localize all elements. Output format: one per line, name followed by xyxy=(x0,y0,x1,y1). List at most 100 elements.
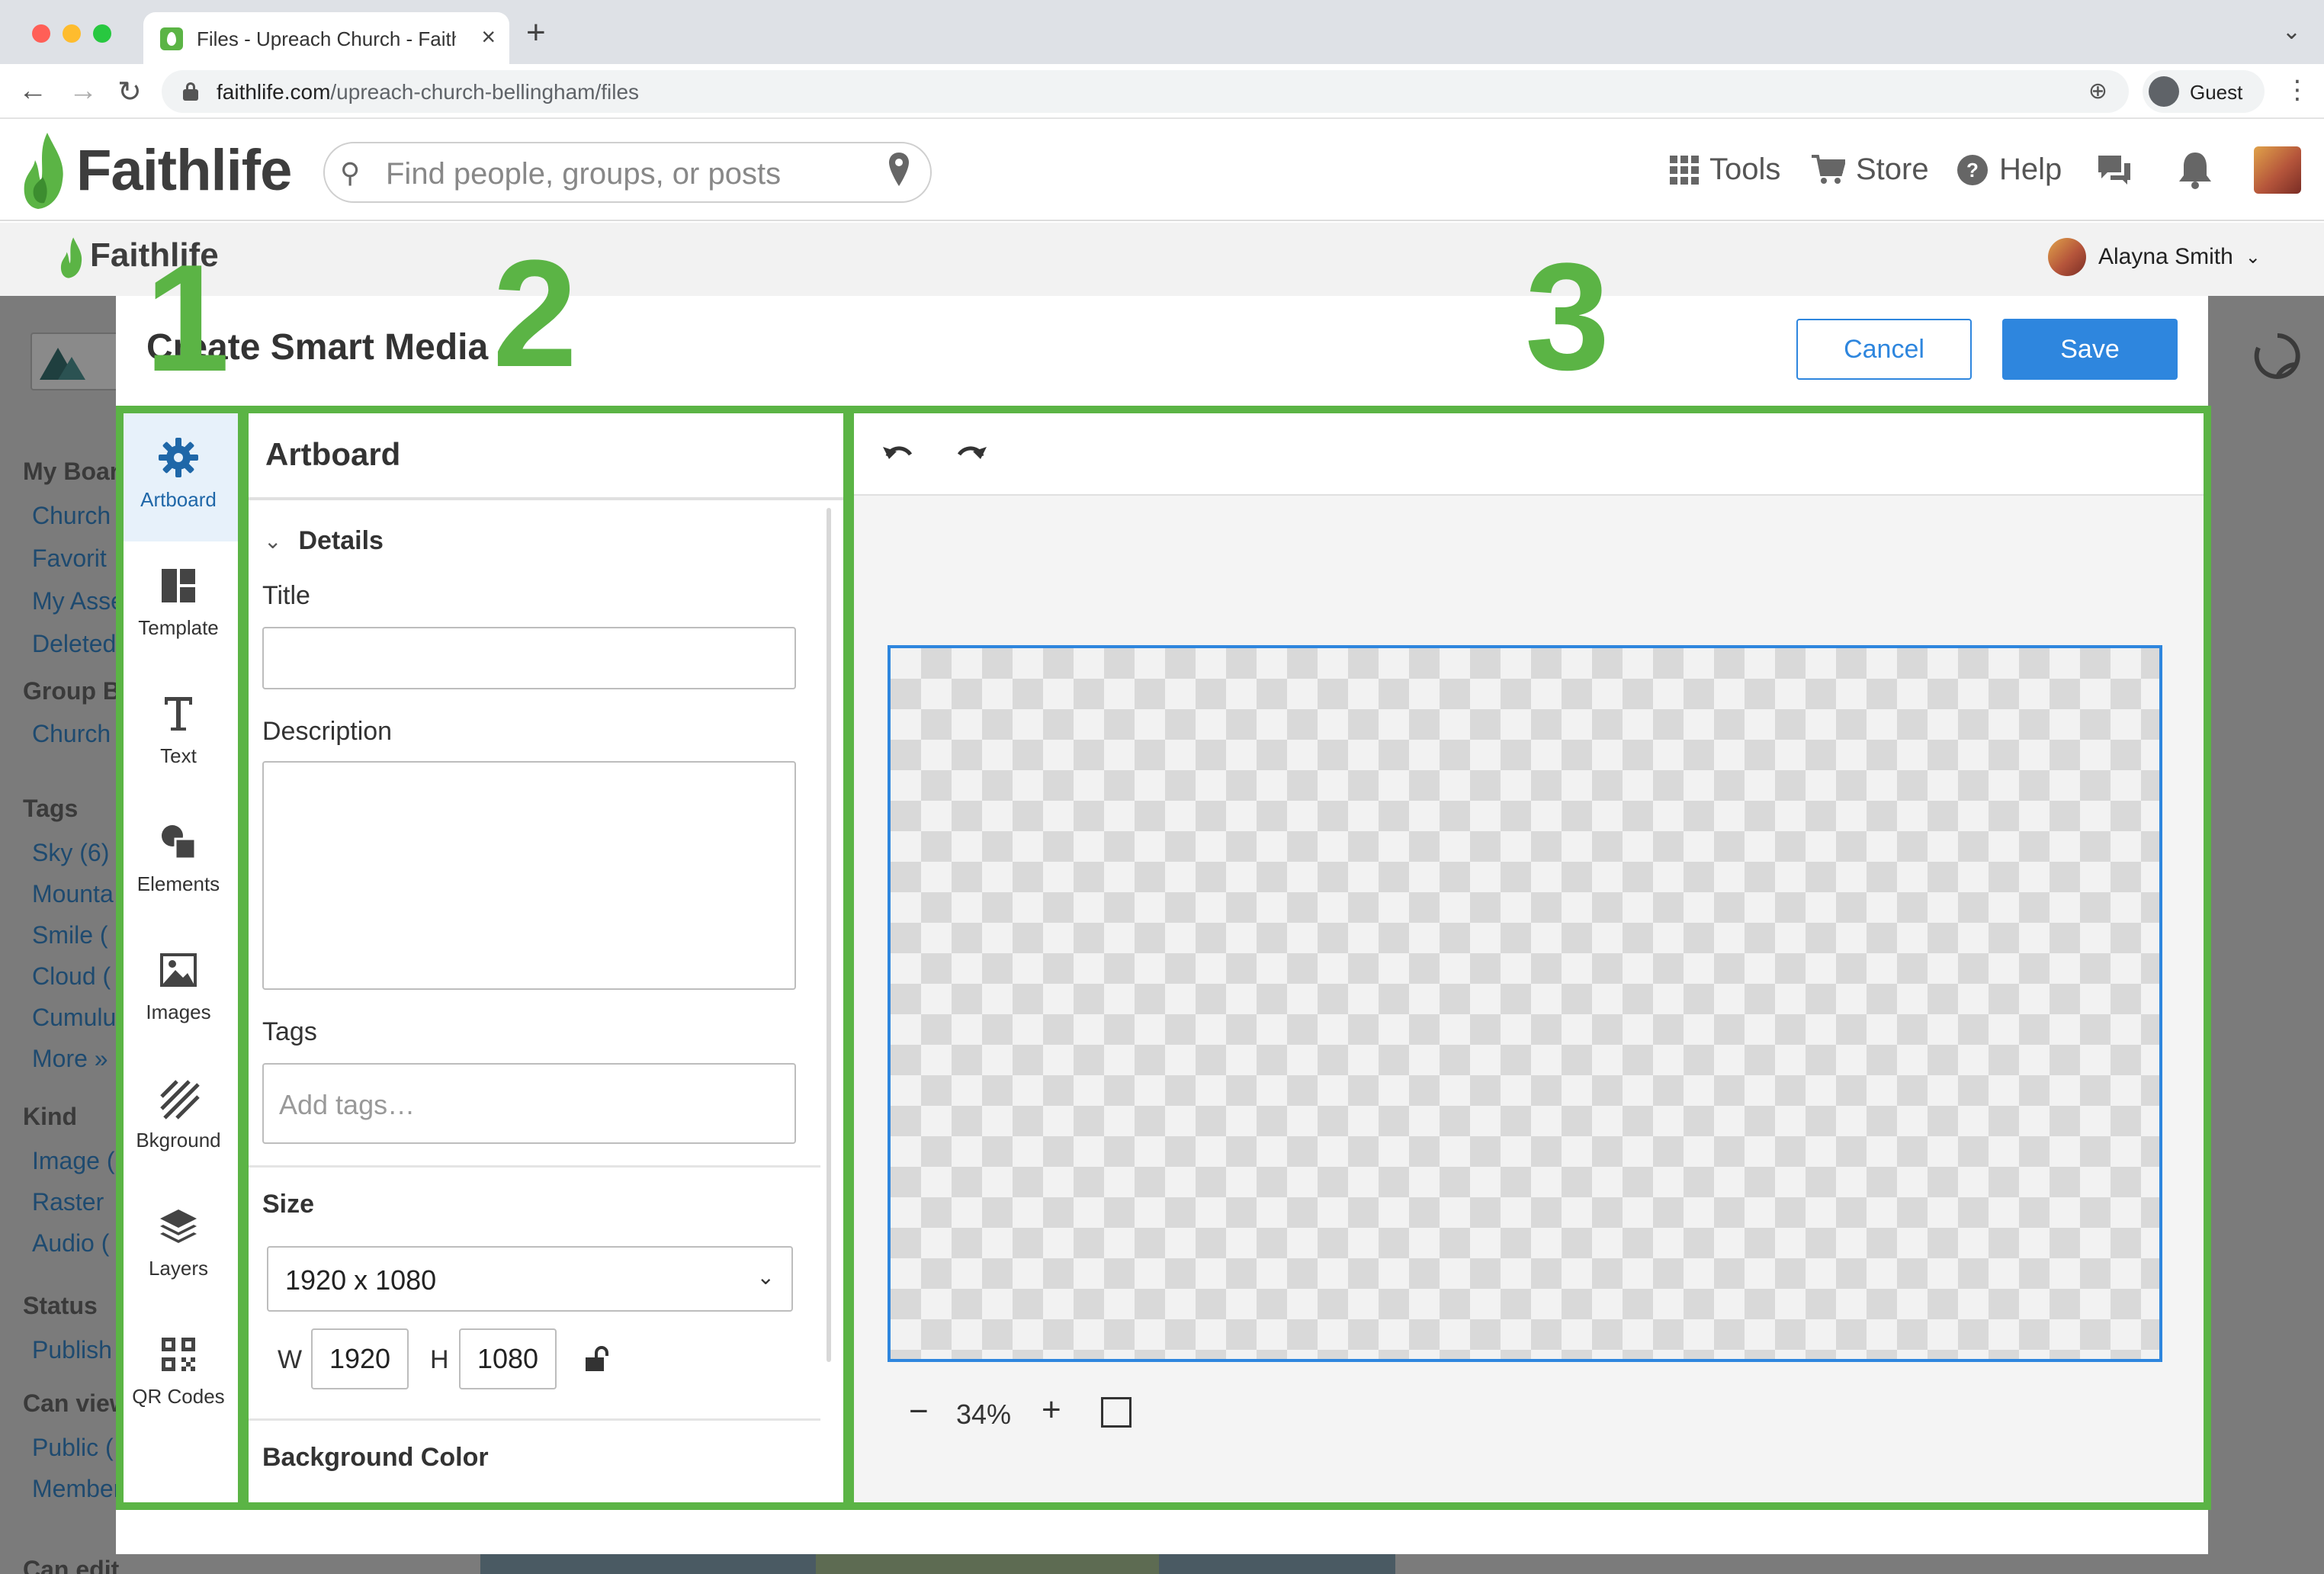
background-sidebar-link: Sky (6) xyxy=(32,839,110,866)
background-sidebar-heading: Tags xyxy=(23,795,79,822)
rail-item-layers[interactable]: Layers xyxy=(124,1182,238,1310)
background-sidebar-heading: Can edit xyxy=(23,1556,120,1574)
background-sidebar-link: Audio ( xyxy=(32,1229,110,1257)
browser-toolbar: ← → ↻ faithlife.com/upreach-church-belli… xyxy=(0,64,2324,119)
background-sidebar-heading: Can view xyxy=(23,1389,129,1417)
close-tab-icon[interactable]: × xyxy=(481,23,496,51)
rail-item-template[interactable]: Template xyxy=(124,541,238,670)
annotation-number-1: 1 xyxy=(145,233,230,403)
address-bar[interactable]: faithlife.com/upreach-church-bellingham/… xyxy=(162,70,2129,113)
user-avatar[interactable] xyxy=(2254,146,2301,194)
new-tab-button[interactable]: + xyxy=(526,14,546,52)
location-pin-icon[interactable] xyxy=(888,151,910,189)
image-icon xyxy=(160,953,197,987)
site-search-box[interactable]: ⚲ Find people, groups, or posts xyxy=(323,142,932,203)
store-menu[interactable]: Store xyxy=(1812,153,1929,187)
store-label: Store xyxy=(1856,153,1929,186)
user-menu[interactable]: Alayna Smith ⌄ xyxy=(2048,238,2261,276)
url-text: faithlife.com/upreach-church-bellingham/… xyxy=(217,80,640,104)
unlocked-icon[interactable] xyxy=(584,1345,610,1373)
zoom-in-button[interactable]: + xyxy=(1042,1391,1061,1429)
rail-item-text[interactable]: Text xyxy=(124,670,238,798)
profile-button[interactable]: Guest xyxy=(2143,70,2265,113)
height-label: H xyxy=(430,1345,449,1374)
background-sidebar-link: Image ( xyxy=(32,1147,115,1174)
background-sidebar-heading: My Boar xyxy=(23,458,120,485)
minimize-window-button[interactable] xyxy=(63,24,81,43)
search-icon: ⚲ xyxy=(340,157,361,188)
canvas-toolbar xyxy=(854,413,2204,496)
title-label: Title xyxy=(262,581,310,610)
tags-input[interactable]: Add tags… xyxy=(262,1063,796,1144)
rail-item-label: Bkground xyxy=(136,1129,221,1152)
rail-item-label: Layers xyxy=(148,1257,209,1280)
width-input[interactable]: 1920 xyxy=(311,1328,409,1389)
background-sidebar-link: Favorit xyxy=(32,544,107,572)
profile-avatar-icon xyxy=(2149,76,2179,107)
messages-icon[interactable] xyxy=(2095,153,2133,188)
background-sidebar-link: More » xyxy=(32,1045,108,1072)
elements-icon xyxy=(162,825,197,860)
description-textarea[interactable] xyxy=(262,761,796,990)
qr-code-icon xyxy=(162,1338,195,1371)
layers-icon xyxy=(160,1209,197,1243)
zoom-magnifier-icon[interactable]: ⊕ xyxy=(2088,78,2107,104)
chevron-down-icon: ⌄ xyxy=(756,1265,775,1289)
size-label: Size xyxy=(262,1190,315,1219)
faithlife-logo-text[interactable]: Faithlife xyxy=(76,137,292,204)
background-sidebar-link: Cumulu xyxy=(32,1004,117,1031)
rail-item-background[interactable]: Bkground xyxy=(124,1054,238,1182)
zoom-level: 34% xyxy=(956,1399,1012,1430)
height-input[interactable]: 1080 xyxy=(459,1328,557,1389)
faithlife-favicon-icon xyxy=(160,27,183,50)
panel-divider xyxy=(249,497,843,500)
details-section-label: Details xyxy=(298,526,384,555)
background-sidebar-link: My Asse xyxy=(32,587,124,615)
chevron-down-icon: ⌄ xyxy=(2245,246,2261,268)
refresh-icon xyxy=(2254,333,2300,379)
rail-item-qr-codes[interactable]: QR Codes xyxy=(124,1310,238,1438)
rail-item-images[interactable]: Images xyxy=(124,926,238,1054)
notifications-bell-icon[interactable] xyxy=(2178,151,2213,189)
cancel-button[interactable]: Cancel xyxy=(1796,319,1972,380)
artboard-canvas[interactable] xyxy=(888,645,2162,1362)
text-icon xyxy=(165,697,192,731)
details-section-toggle[interactable]: ⌄ Details xyxy=(264,526,384,556)
help-label: Help xyxy=(1999,153,2062,186)
rail-item-artboard[interactable]: Artboard xyxy=(124,413,238,541)
browser-menu-icon[interactable]: ⋮ xyxy=(2284,75,2310,105)
mountain-logo-icon xyxy=(40,348,85,380)
artboard-properties-panel: Artboard ⌄ Details Title Description Tag… xyxy=(249,413,843,1502)
rail-item-label: Artboard xyxy=(140,488,217,511)
background-sidebar-link: Cloud ( xyxy=(32,962,111,990)
rail-item-elements[interactable]: Elements xyxy=(124,798,238,926)
tools-label: Tools xyxy=(1709,153,1781,186)
maximize-window-button[interactable] xyxy=(93,24,111,43)
zoom-out-button[interactable]: − xyxy=(909,1393,929,1431)
section-divider xyxy=(249,1418,820,1421)
browser-tab[interactable]: Files - Upreach Church - Faithlife × xyxy=(143,12,509,64)
forward-arrow-icon[interactable]: → xyxy=(69,75,98,108)
tab-list-chevron-icon[interactable]: ⌄ xyxy=(2282,18,2301,45)
help-menu[interactable]: ? Help xyxy=(1956,153,2062,187)
template-icon xyxy=(162,569,195,602)
rail-item-label: Template xyxy=(138,616,219,639)
redo-icon[interactable] xyxy=(955,441,988,467)
save-button[interactable]: Save xyxy=(2002,319,2178,380)
rail-item-label: Elements xyxy=(136,872,220,895)
background-sidebar-link: Publish xyxy=(32,1336,112,1364)
background-color-label: Background Color xyxy=(262,1443,489,1472)
close-window-button[interactable] xyxy=(32,24,50,43)
back-arrow-icon[interactable]: ← xyxy=(18,75,47,108)
undo-icon[interactable] xyxy=(881,441,915,467)
tab-title: Files - Upreach Church - Faithlife xyxy=(197,27,456,50)
canvas-area: − 34% + xyxy=(854,413,2204,1502)
background-sidebar-link: Mounta xyxy=(32,880,114,907)
gear-icon xyxy=(159,438,198,477)
fit-to-screen-icon[interactable] xyxy=(1101,1397,1132,1428)
panel-scrollbar[interactable] xyxy=(827,508,831,1362)
title-input[interactable] xyxy=(262,627,796,689)
size-select[interactable]: 1920 x 1080 ⌄ xyxy=(267,1246,793,1312)
tools-menu[interactable]: Tools xyxy=(1670,153,1780,187)
reload-icon[interactable]: ↻ xyxy=(117,75,142,109)
